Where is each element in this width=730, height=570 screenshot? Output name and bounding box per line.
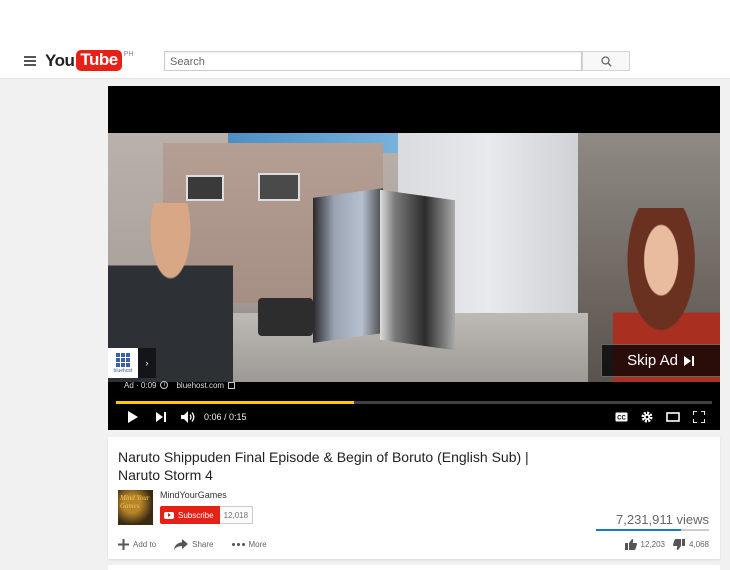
youtube-play-icon — [164, 511, 174, 519]
channel-name-link[interactable]: MindYourGames — [160, 490, 227, 500]
search-input[interactable] — [165, 53, 581, 71]
youtube-logo[interactable]: You Tube PH — [45, 50, 133, 72]
time-display: 0:06 / 0:15 — [204, 404, 247, 430]
share-button[interactable]: Share — [174, 539, 214, 550]
search-button[interactable] — [582, 51, 630, 71]
add-to-label: Add to — [133, 540, 157, 549]
share-label: Share — [192, 540, 214, 549]
ad-label: Ad · 0:09 — [124, 380, 157, 390]
scene-phone — [258, 298, 313, 336]
info-icon[interactable]: i — [160, 381, 169, 389]
masthead: You Tube PH — [0, 0, 730, 79]
video-info-card: Naruto Shippuden Final Episode & Begin o… — [108, 437, 720, 559]
channel-avatar-text: Mind Your Games — [120, 494, 150, 510]
like-button[interactable]: 12,203 — [624, 539, 665, 550]
channel-avatar[interactable]: Mind Your Games — [118, 490, 153, 525]
captions-icon: CC — [615, 412, 627, 422]
settings-button[interactable] — [638, 404, 656, 430]
expand-arrow-icon[interactable]: › — [138, 348, 156, 378]
like-count: 12,203 — [640, 540, 665, 549]
next-icon — [156, 412, 166, 422]
hamburger-menu-icon[interactable] — [24, 56, 36, 66]
skip-ad-label: Skip Ad — [627, 352, 678, 369]
more-button[interactable]: More — [231, 540, 267, 549]
volume-button[interactable] — [178, 404, 198, 430]
play-button[interactable] — [124, 404, 142, 430]
captions-button[interactable]: CC — [612, 404, 630, 430]
action-bar: Add to Share More — [118, 539, 267, 550]
ad-domain-link[interactable]: bluehost.com — [176, 381, 224, 390]
plus-icon — [118, 539, 129, 550]
time-display-text: 0:06 / 0:15 — [204, 412, 247, 422]
scene-monitor — [313, 188, 383, 343]
external-link-icon[interactable] — [228, 381, 236, 389]
skip-icon — [683, 355, 694, 366]
thumbs-down-icon — [672, 539, 685, 550]
like-dislike-group: 12,203 4,068 — [624, 539, 709, 550]
like-ratio-bar — [596, 529, 709, 531]
video-player[interactable]: bluehost › Skip Ad Ad · 0:09 i bluehost.… — [108, 86, 720, 430]
theater-mode-button[interactable] — [664, 404, 682, 430]
search-field — [164, 51, 582, 71]
logo-tube-text: Tube — [76, 50, 122, 71]
player-controls: 0:06 / 0:15 CC — [108, 404, 720, 430]
video-title: Naruto Shippuden Final Episode & Begin o… — [118, 449, 529, 483]
scene-picture — [186, 175, 224, 201]
ad-info-bar: Ad · 0:09 i bluehost.com — [124, 378, 236, 392]
advertiser-badge[interactable]: bluehost › — [108, 348, 156, 378]
settings-icon — [641, 411, 653, 423]
subscribe-group: Subscribe 12,018 — [160, 506, 254, 524]
advertiser-logo[interactable]: bluehost — [108, 348, 138, 378]
add-to-button[interactable]: Add to — [118, 539, 156, 550]
thumbs-up-icon — [624, 539, 637, 550]
bluehost-grid-icon — [116, 352, 130, 367]
more-label: More — [248, 540, 267, 549]
fullscreen-icon — [693, 411, 705, 423]
volume-icon — [180, 411, 194, 423]
like-ratio-fill — [596, 529, 681, 531]
search-icon — [600, 55, 612, 67]
scene-monitor — [380, 189, 455, 351]
subscriber-count: 12,018 — [219, 506, 254, 524]
dislike-count: 4,068 — [688, 540, 709, 549]
subscribe-label: Subscribe — [178, 510, 214, 520]
play-icon — [128, 411, 138, 423]
view-count: 7,231,911 views — [616, 512, 709, 527]
dislike-button[interactable]: 4,068 — [672, 539, 709, 550]
subscribe-button[interactable]: Subscribe — [160, 506, 220, 524]
share-arrow-icon — [174, 539, 189, 550]
next-card-edge — [108, 565, 720, 570]
logo-you-text: You — [45, 51, 75, 70]
theater-mode-icon — [666, 412, 680, 422]
more-dots-icon — [231, 543, 245, 546]
skip-ad-button[interactable]: Skip Ad — [601, 344, 720, 377]
svg-text:CC: CC — [617, 415, 626, 421]
next-button[interactable] — [152, 404, 170, 430]
fullscreen-button[interactable] — [690, 404, 708, 430]
scene-picture — [258, 173, 300, 201]
advertiser-brand: bluehost — [113, 367, 133, 374]
logo-region-text: PH — [123, 51, 134, 58]
